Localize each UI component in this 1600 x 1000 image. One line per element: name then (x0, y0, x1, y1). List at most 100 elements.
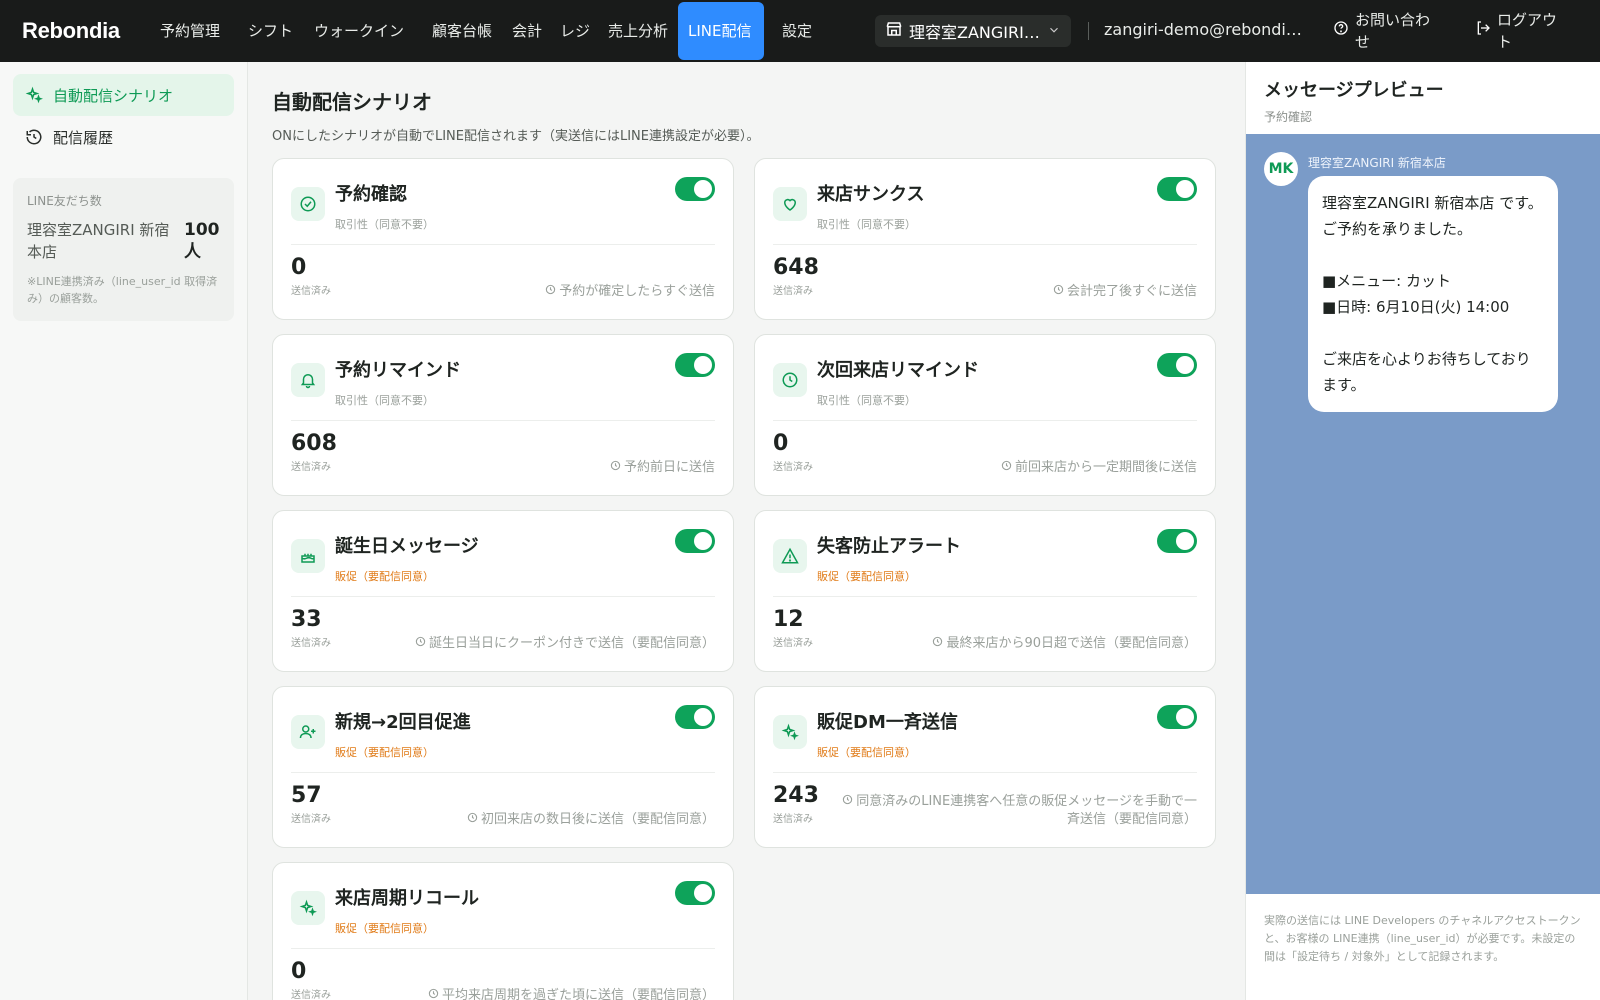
contact-link[interactable]: お問い合わせ (1333, 8, 1443, 54)
user-plus-icon (291, 715, 325, 749)
sidebar-item-1[interactable]: 配信履歴 (13, 116, 234, 158)
friends-count: 100人 (184, 220, 220, 262)
scenario-description: 平均来店周期を過ぎた頃に送信（要配信同意） (350, 987, 715, 1000)
contact-label: お問い合わせ (1355, 11, 1431, 51)
card-divider (773, 420, 1197, 421)
message-line: ■日時: 6月10日(火) 14:00 (1322, 298, 1510, 316)
scenario-description-text: 最終来店から90日超で送信（要配信同意） (946, 636, 1197, 651)
clock-icon (842, 793, 853, 811)
page-subtitle: ONにしたシナリオが自動でLINE配信されます（実送信にはLINE連携設定が必要… (272, 129, 760, 144)
store-select[interactable]: 理容室ZANGIRI… (875, 15, 1071, 47)
cake-icon (291, 539, 325, 573)
scenario-toggle[interactable] (675, 529, 715, 553)
card-divider (291, 596, 715, 597)
scenario-description: 最終来店から90日超で送信（要配信同意） (832, 635, 1197, 653)
nav-item-7[interactable]: LINE配信 (678, 2, 764, 60)
scenario-toggle[interactable] (1157, 529, 1197, 553)
preview-title: メッセージプレビュー (1264, 80, 1444, 101)
nav-item-5[interactable]: レジ (550, 2, 590, 60)
sent-count: 243 (773, 783, 819, 808)
clock-icon (610, 459, 621, 477)
sent-count: 0 (291, 255, 307, 280)
sent-count: 608 (291, 431, 337, 456)
scenario-description-text: 平均来店周期を過ぎた頃に送信（要配信同意） (441, 988, 715, 1000)
scenario-toggle[interactable] (675, 705, 715, 729)
sent-count: 57 (291, 783, 322, 808)
sent-count: 12 (773, 607, 804, 632)
scenario-tag: 販促（要配信同意） (335, 922, 434, 935)
page-title: 自動配信シナリオ (272, 90, 432, 114)
friends-store: 理容室ZANGIRI 新宿本店 (27, 221, 170, 261)
sent-label: 送信済み (291, 814, 331, 825)
sidebar-item-label: 自動配信シナリオ (53, 86, 174, 105)
scenario-toggle[interactable] (1157, 177, 1197, 201)
nav-item-1[interactable]: シフト (238, 2, 296, 60)
preview-subtitle: 予約確認 (1264, 110, 1313, 124)
clock-icon (932, 635, 943, 653)
sent-count: 648 (773, 255, 819, 280)
scenario-card: 新規→2回目促進 販促（要配信同意） 57 送信済み 初回来店の数日後に送信（要配信同意… (272, 686, 734, 848)
scenario-card: 予約確認 取引性（同意不要） 0 送信済み 予約が確定したらすぐ送信 (272, 158, 734, 320)
nav-divider (1088, 22, 1089, 40)
scenario-toggle[interactable] (675, 881, 715, 905)
alert-icon (773, 539, 807, 573)
scenario-title: 販促DM一斉送信 (817, 712, 958, 733)
sent-label: 送信済み (773, 814, 813, 825)
clock-icon (415, 635, 426, 653)
scenario-description-text: 予約が確定したらすぐ送信 (559, 284, 715, 299)
scenario-title: 来店サンクス (817, 184, 925, 205)
line-friends-card: LINE友だち数 理容室ZANGIRI 新宿本店 100人 ※LINE連携済み（… (13, 178, 234, 321)
card-divider (773, 772, 1197, 773)
sidebar-item-0[interactable]: 自動配信シナリオ (13, 74, 234, 116)
friends-note: ※LINE連携済み（line_user_id 取得済み）の顧客数。 (27, 275, 218, 305)
scenario-title: 次回来店リマインド (817, 360, 979, 381)
clock-icon (545, 283, 556, 301)
logout-button[interactable]: ログアウト (1475, 8, 1595, 54)
scenario-description-text: 初回来店の数日後に送信（要配信同意） (480, 812, 715, 827)
scenario-toggle[interactable] (1157, 353, 1197, 377)
logout-label: ログアウト (1497, 11, 1558, 51)
store-select-label: 理容室ZANGIRI… (909, 23, 1040, 42)
scenario-card: 来店周期リコール 販促（要配信同意） 0 送信済み 平均来店周期を過ぎた頃に送信（要配信… (272, 862, 734, 1000)
scenario-grid: 予約確認 取引性（同意不要） 0 送信済み 予約が確定したらすぐ送信 来店サンクス取引性（… (272, 158, 1221, 1000)
scenario-description: 前回来店から一定期間後に送信 (832, 459, 1197, 477)
scenario-tag: 販促（要配信同意） (335, 570, 434, 583)
heart-icon (773, 187, 807, 221)
scenario-toggle[interactable] (1157, 705, 1197, 729)
top-nav: Rebondia 予約管理 シフト ウォークイン 顧客台帳 会計 レジ 売上分析 LINE配信… (0, 0, 1600, 62)
nav-item-0[interactable]: 予約管理 (150, 2, 230, 60)
brand-logo[interactable]: Rebondia (0, 18, 150, 44)
scenario-card: 次回来店リマインド 取引性（同意不要） 0 送信済み 前回来店から一定期間後に送信 (754, 334, 1216, 496)
message-line (1322, 242, 1544, 268)
scenario-description-text: 同意済みのLINE連携客へ任意の販促メッセージを手動で一斉送信（要配信同意） (856, 794, 1197, 827)
message-bubble: 理容室ZANGIRI 新宿本店 です。 ご予約を承りました。 ■メニュー: カット ■… (1308, 176, 1558, 412)
help-circle-icon (1333, 20, 1349, 42)
message-line: ご予約を承りました。 (1322, 220, 1473, 238)
message-line (1322, 320, 1544, 346)
card-divider (291, 244, 715, 245)
scenario-description: 同意済みのLINE連携客へ任意の販促メッセージを手動で一斉送信（要配信同意） (832, 793, 1197, 829)
scenario-card: 販促DM一斉送信 販促（要配信同意） 243 送信済み 同意済みのLINE連携客へ任意の… (754, 686, 1216, 848)
scenario-card: 失客防止アラート 販促（要配信同意） 12 送信済み 最終来店から90日超で送信（要配信… (754, 510, 1216, 672)
nav-item-6[interactable]: 売上分析 (598, 2, 670, 60)
clock-icon (1053, 283, 1064, 301)
clock-icon (1001, 459, 1012, 477)
check-circle-icon (291, 187, 325, 221)
sent-count: 0 (291, 959, 307, 984)
sidebar: 自動配信シナリオ配信履歴 LINE友だち数 理容室ZANGIRI 新宿本店 10… (0, 62, 248, 1000)
nav-item-8[interactable]: 設定 (772, 2, 812, 60)
scenario-tag: 取引性（同意不要） (335, 394, 434, 407)
bell-icon (291, 363, 325, 397)
scenario-toggle[interactable] (675, 353, 715, 377)
scenario-toggle[interactable] (675, 177, 715, 201)
scenario-card: 予約リマインド 取引性（同意不要） 608 送信済み 予約前日に送信 (272, 334, 734, 496)
scenario-tag: 取引性（同意不要） (817, 218, 916, 231)
sent-label: 送信済み (773, 462, 813, 473)
user-email: zangiri-demo@rebondia.… (1104, 20, 1304, 39)
nav-item-3[interactable]: 顧客台帳 (422, 2, 494, 60)
sent-label: 送信済み (291, 462, 331, 473)
nav-item-4[interactable]: 会計 (502, 2, 542, 60)
nav-item-2[interactable]: ウォークイン (304, 2, 414, 60)
scenario-description-text: 誕生日当日にクーポン付きで送信（要配信同意） (428, 636, 715, 651)
chat-area: MK 理容室ZANGIRI 新宿本店 理容室ZANGIRI 新宿本店 です。 ご予… (1246, 134, 1600, 894)
